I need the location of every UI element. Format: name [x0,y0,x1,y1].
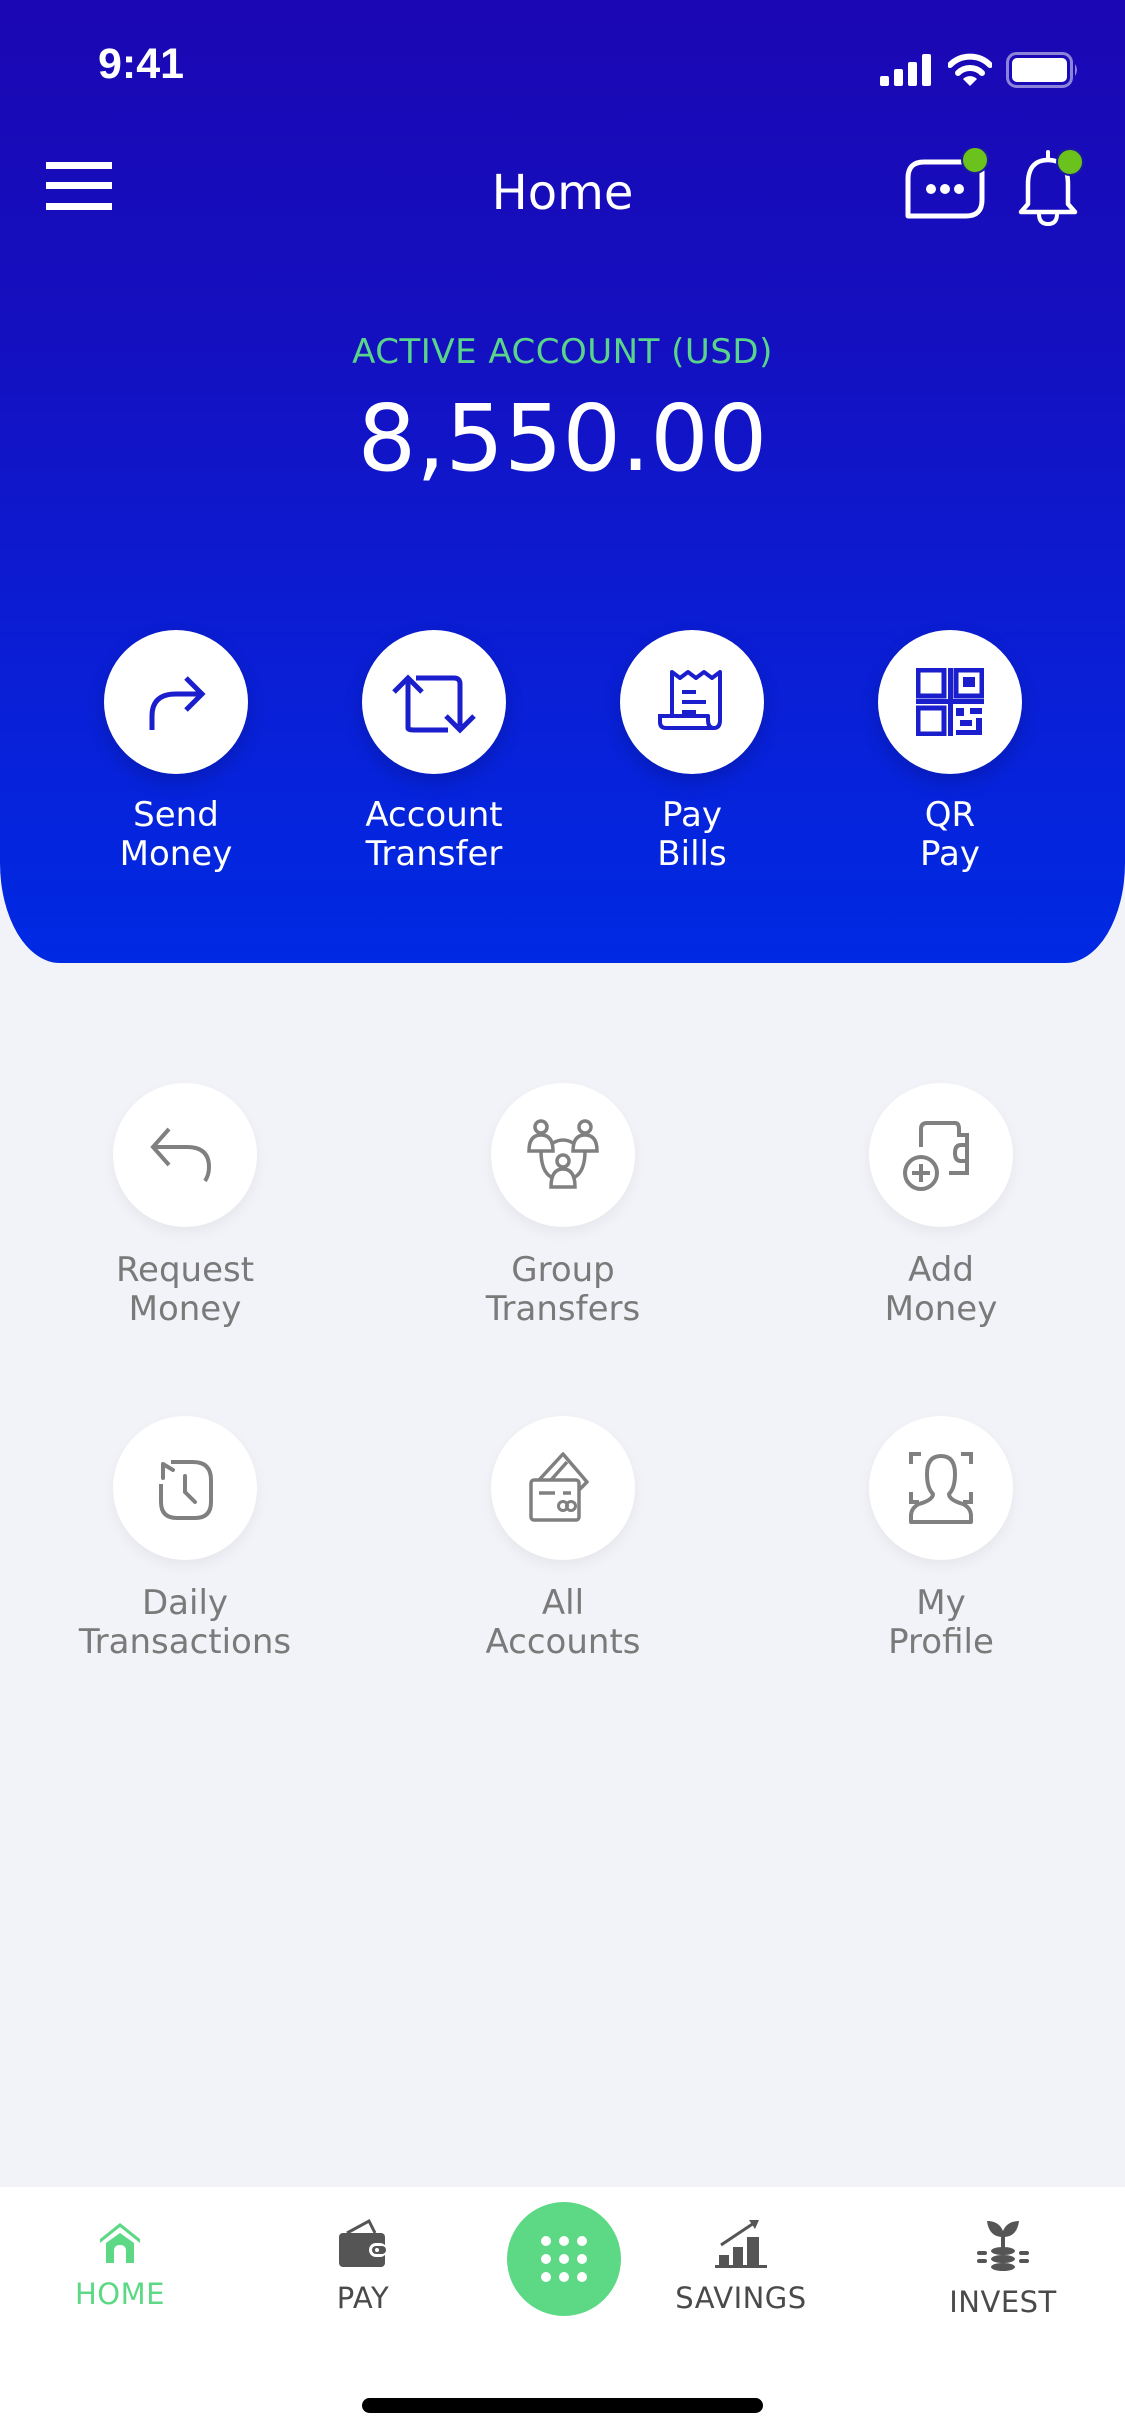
qr-pay-button[interactable]: QR Pay [835,630,1065,874]
active-account-label: ACTIVE ACCOUNT (USD) [352,332,773,372]
send-money-icon-circle [104,630,248,774]
receipt-icon [658,670,722,730]
label: Transfer [365,834,503,874]
messages-button[interactable] [900,146,990,232]
growth-chart-icon [715,2219,767,2268]
label: Accounts [485,1622,641,1662]
home-icon [100,2223,140,2263]
tab-label: SAVINGS [675,2281,807,2315]
label: Transactions [78,1622,292,1662]
qr-code-icon [916,668,984,736]
tab-invest[interactable]: INVEST [903,2217,1103,2319]
wallet-add-icon [903,1121,969,1191]
tab-savings[interactable]: SAVINGS [641,2217,841,2315]
label: Request [115,1250,255,1290]
tab-label: PAY [336,2281,390,2315]
status-icons [880,52,1080,88]
wifi-icon [948,53,992,86]
battery-icon [1006,52,1077,88]
menu-grid-button[interactable] [507,2202,621,2316]
label: My [916,1583,966,1623]
home-indicator [362,2398,763,2413]
tab-label: HOME [75,2277,165,2311]
label: Group [511,1250,615,1290]
label: All [541,1583,585,1623]
label: Daily [141,1583,229,1623]
label: Money [884,1289,998,1329]
profile-scan-icon [909,1452,973,1524]
label: QR [924,795,976,835]
unread-badge [1056,148,1084,176]
tab-home[interactable]: HOME [20,2217,220,2311]
group-transfers-icon-circle [491,1083,635,1227]
notification-bell-icon [1018,148,1084,227]
add-money-icon-circle [869,1083,1013,1227]
all-accounts-button[interactable]: All Accounts [413,1416,713,1662]
send-money-button[interactable]: Send Money [61,630,291,874]
label: Pay [920,834,980,874]
label: Pay [662,795,722,835]
plant-coins-icon [977,2221,1029,2271]
notifications-button[interactable] [1015,148,1090,234]
account-balance: 8,550.00 [357,385,768,492]
signal-icon [880,54,931,86]
tab-pay[interactable]: PAY [263,2217,463,2315]
grid-dots-icon [541,2236,587,2282]
history-clock-icon [159,1460,213,1520]
cards-icon [529,1452,589,1522]
transfer-loop-icon [392,674,476,734]
request-money-button[interactable]: Request Money [35,1083,335,1329]
my-profile-icon-circle [869,1416,1013,1560]
wallet-icon [339,2218,387,2267]
account-transfer-icon-circle [362,630,506,774]
label: Profile [888,1622,994,1662]
pay-bills-icon-circle [620,630,764,774]
label: Account [365,795,503,835]
request-money-icon-circle [113,1083,257,1227]
label: Money [128,1289,242,1329]
daily-transactions-button[interactable]: Daily Transactions [35,1416,335,1662]
label: Send [133,795,219,835]
unread-badge [961,146,989,174]
group-transfers-button[interactable]: Group Transfers [413,1083,713,1329]
chat-bubble-icon [905,146,989,219]
group-users-icon [527,1119,599,1189]
label: Add [908,1250,974,1290]
label: Money [119,834,233,874]
account-transfer-button[interactable]: Account Transfer [319,630,549,874]
send-arrow-icon [149,676,206,730]
label: Transfers [485,1289,641,1329]
pay-bills-button[interactable]: Pay Bills [577,630,807,874]
reply-arrow-icon [150,1127,212,1183]
daily-transactions-icon-circle [113,1416,257,1560]
status-time: 9:41 [98,40,185,88]
all-accounts-icon-circle [491,1416,635,1560]
label: Bills [657,834,727,874]
tab-label: INVEST [949,2285,1057,2319]
qr-pay-icon-circle [878,630,1022,774]
add-money-button[interactable]: Add Money [791,1083,1091,1329]
my-profile-button[interactable]: My Profile [791,1416,1091,1662]
